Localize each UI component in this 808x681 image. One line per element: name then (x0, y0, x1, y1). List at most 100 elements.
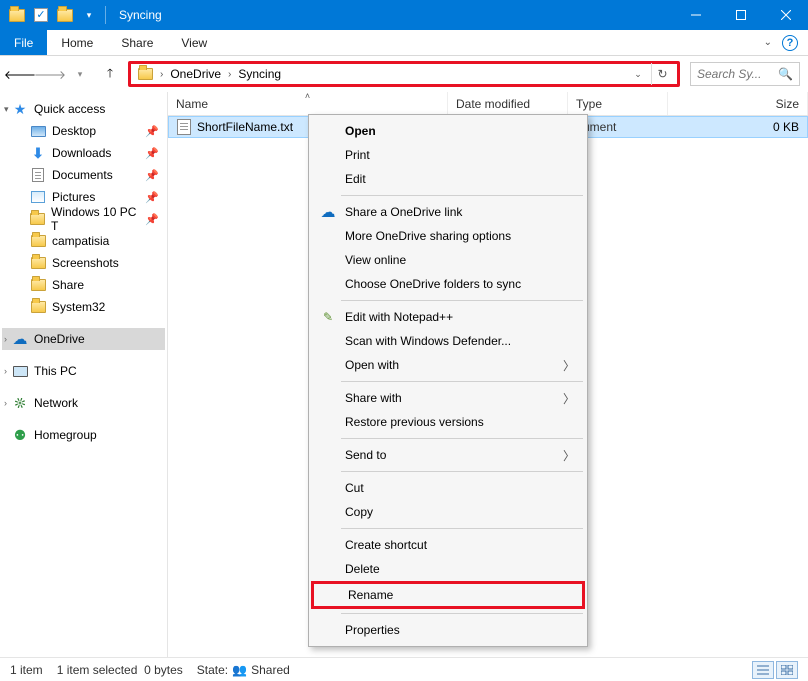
sidebar-item-downloads[interactable]: ⬇Downloads📌 (2, 142, 165, 164)
ribbon-file-tab[interactable]: File (0, 30, 47, 55)
view-toggle-group (752, 661, 798, 679)
window-controls (673, 0, 808, 30)
sidebar-quick-access[interactable]: ▾ ★ Quick access (2, 98, 165, 120)
folder-icon (31, 235, 46, 247)
ctx-copy[interactable]: Copy (311, 500, 585, 524)
sidebar-homegroup[interactable]: ⚉Homegroup (2, 424, 165, 446)
address-bar[interactable]: › OneDrive › Syncing ⌄ ↻ (128, 61, 680, 87)
crumb-sep-icon[interactable]: › (157, 69, 166, 80)
submenu-arrow-icon: 〉 (563, 357, 575, 374)
ctx-scan-defender[interactable]: Scan with Windows Defender... (311, 329, 585, 353)
ctx-choose-sync[interactable]: Choose OneDrive folders to sync (311, 272, 585, 296)
back-button[interactable]: 🡐 (8, 62, 32, 86)
sidebar-item-documents[interactable]: Documents📌 (2, 164, 165, 186)
file-name: ShortFileName.txt (197, 120, 293, 134)
window-title: Syncing (119, 8, 162, 22)
star-icon: ★ (12, 101, 28, 117)
ctx-restore[interactable]: Restore previous versions (311, 410, 585, 434)
people-icon: 👥 (232, 663, 247, 677)
ribbon-tab-share[interactable]: Share (107, 30, 167, 55)
folder-icon (30, 213, 45, 225)
recent-dropdown[interactable]: ▾ (68, 62, 92, 86)
qat-separator (105, 6, 106, 24)
folder-icon (31, 301, 46, 313)
pictures-icon (31, 191, 45, 203)
text-file-icon (177, 119, 191, 135)
ctx-open-with[interactable]: Open with〉 (311, 353, 585, 377)
refresh-button[interactable]: ↻ (651, 63, 673, 85)
address-dropdown-icon[interactable]: ⌄ (627, 63, 649, 85)
ribbon-tab-home[interactable]: Home (47, 30, 107, 55)
notepadpp-icon: ✎ (319, 308, 337, 326)
sidebar-item-desktop[interactable]: Desktop📌 (2, 120, 165, 142)
maximize-button[interactable] (718, 0, 763, 30)
details-view-button[interactable] (752, 661, 774, 679)
ctx-edit-notepadpp[interactable]: ✎Edit with Notepad++ (311, 305, 585, 329)
column-size[interactable]: Size (668, 92, 808, 115)
ctx-separator (341, 528, 583, 529)
pin-icon: 📌 (145, 191, 159, 204)
status-state: State: 👥 Shared (197, 663, 290, 677)
ctx-create-shortcut[interactable]: Create shortcut (311, 533, 585, 557)
ctx-print[interactable]: Print (311, 143, 585, 167)
ctx-rename[interactable]: Rename (314, 584, 582, 606)
ribbon-tab-view[interactable]: View (167, 30, 221, 55)
sidebar-onedrive[interactable]: ›☁OneDrive (2, 328, 165, 350)
search-input[interactable] (697, 67, 774, 81)
minimize-button[interactable] (673, 0, 718, 30)
onedrive-icon: ☁ (12, 331, 28, 347)
ctx-view-online[interactable]: View online (311, 248, 585, 272)
column-name[interactable]: Name˄ (168, 92, 448, 115)
qat-new-folder-icon[interactable] (54, 4, 76, 26)
submenu-arrow-icon: 〉 (563, 447, 575, 464)
help-icon[interactable]: ? (782, 35, 798, 51)
pin-icon: 📌 (145, 125, 159, 138)
ctx-open[interactable]: Open (311, 119, 585, 143)
column-date[interactable]: Date modified (448, 92, 568, 115)
forward-button[interactable]: 🡒 (38, 62, 62, 86)
ctx-edit[interactable]: Edit (311, 167, 585, 191)
up-button[interactable]: 🡑 (98, 62, 122, 86)
network-icon: ❊ (10, 393, 31, 414)
ctx-properties[interactable]: Properties (311, 618, 585, 642)
pc-icon (13, 366, 28, 377)
sidebar-item-share[interactable]: Share (2, 274, 165, 296)
ctx-share-with[interactable]: Share with〉 (311, 386, 585, 410)
ctx-delete[interactable]: Delete (311, 557, 585, 581)
breadcrumb-syncing[interactable]: Syncing (234, 64, 285, 84)
sidebar-network[interactable]: ›❊Network (2, 392, 165, 414)
ribbon-expand-icon[interactable]: ⌄ (764, 37, 772, 48)
search-box[interactable]: 🔍 (690, 62, 800, 86)
sidebar-item-system32[interactable]: System32 (2, 296, 165, 318)
pin-icon: 📌 (145, 213, 159, 226)
rename-highlight: Rename (311, 581, 585, 609)
ctx-separator (341, 381, 583, 382)
ctx-more-sharing[interactable]: More OneDrive sharing options (311, 224, 585, 248)
quick-access-toolbar: ✓ ▾ (0, 4, 109, 26)
onedrive-icon: ☁ (319, 203, 337, 221)
close-button[interactable] (763, 0, 808, 30)
ctx-send-to[interactable]: Send to〉 (311, 443, 585, 467)
address-folder-icon[interactable] (135, 64, 155, 84)
search-icon[interactable]: 🔍 (778, 67, 793, 81)
sidebar-item-screenshots[interactable]: Screenshots (2, 252, 165, 274)
homegroup-icon: ⚉ (12, 427, 28, 443)
ctx-cut[interactable]: Cut (311, 476, 585, 500)
icons-view-button[interactable] (776, 661, 798, 679)
qat-properties-checkbox[interactable]: ✓ (30, 4, 52, 26)
sidebar-label: Quick access (34, 102, 105, 116)
breadcrumb-onedrive[interactable]: OneDrive (166, 64, 225, 84)
pin-icon: 📌 (145, 147, 159, 160)
sidebar-thispc[interactable]: ›This PC (2, 360, 165, 382)
sidebar-item-campatisia[interactable]: campatisia (2, 230, 165, 252)
sidebar-item-win10[interactable]: Windows 10 PC T📌 (2, 208, 165, 230)
crumb-sep-icon[interactable]: › (225, 69, 234, 80)
column-type[interactable]: Type (568, 92, 668, 115)
qat-folder-icon[interactable] (6, 4, 28, 26)
navigation-row: 🡐 🡒 ▾ 🡑 › OneDrive › Syncing ⌄ ↻ 🔍 (0, 56, 808, 92)
download-icon: ⬇ (30, 145, 46, 161)
ctx-share-link[interactable]: ☁Share a OneDrive link (311, 200, 585, 224)
navigation-pane: ▾ ★ Quick access Desktop📌 ⬇Downloads📌 Do… (0, 92, 168, 657)
ctx-separator (341, 471, 583, 472)
qat-dropdown-icon[interactable]: ▾ (78, 4, 100, 26)
